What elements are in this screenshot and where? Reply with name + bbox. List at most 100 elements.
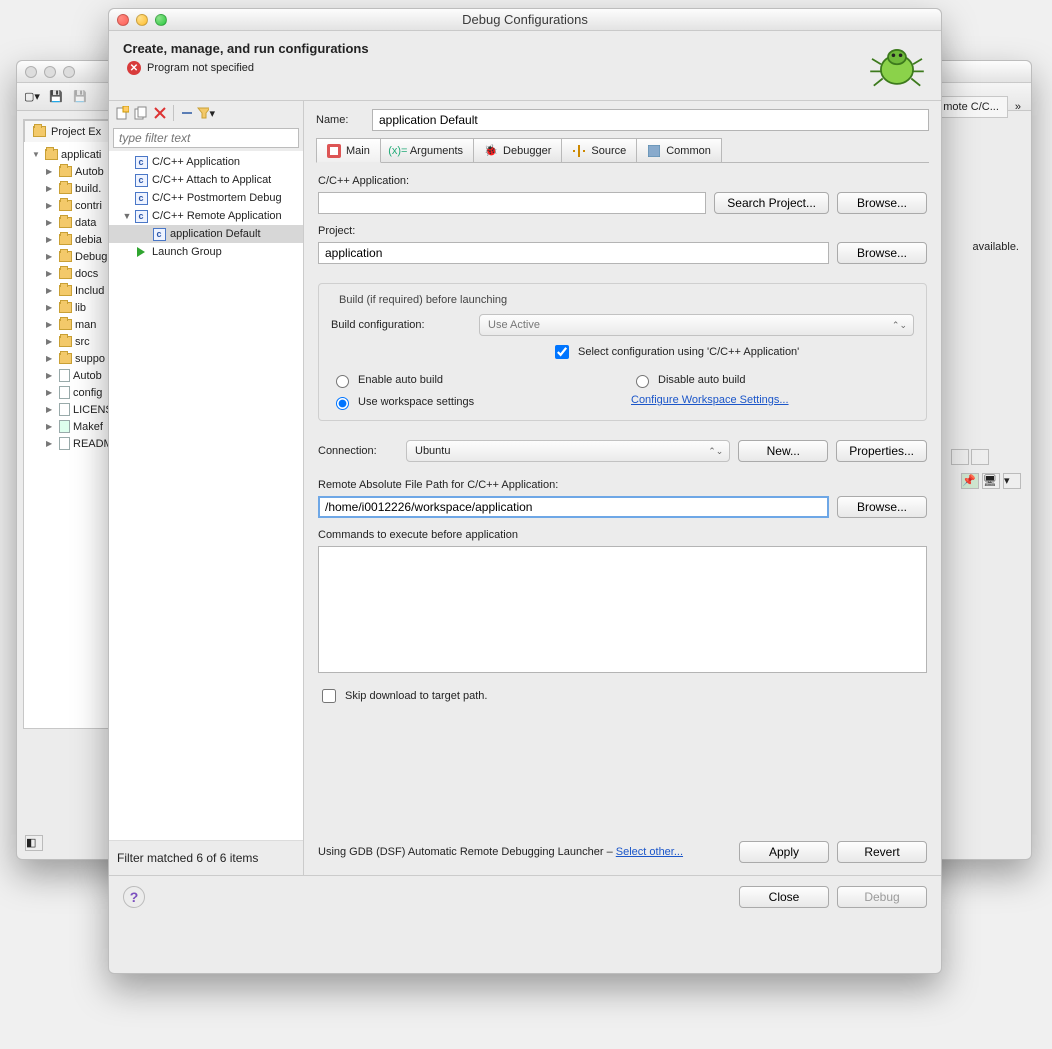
- tab-source[interactable]: Source: [561, 138, 637, 162]
- tab-label: Arguments: [410, 145, 463, 157]
- folder-icon: [59, 217, 72, 228]
- tree-twisty-icon[interactable]: ▶: [46, 388, 56, 397]
- new-config-icon[interactable]: [113, 104, 131, 122]
- browse-app-button[interactable]: Browse...: [837, 192, 927, 214]
- save-icon[interactable]: 💾: [47, 88, 65, 106]
- tree-twisty-icon[interactable]: ▶: [46, 269, 56, 278]
- debug-button[interactable]: Debug: [837, 886, 927, 908]
- save-all-icon[interactable]: 💾: [71, 88, 89, 106]
- skip-download-label: Skip download to target path.: [345, 690, 487, 702]
- c-file-icon: c: [151, 226, 167, 242]
- search-project-button[interactable]: Search Project...: [714, 192, 829, 214]
- tab-overflow-icon[interactable]: »: [1015, 101, 1021, 113]
- select-value: Ubuntu: [415, 445, 450, 457]
- tree-twisty-icon[interactable]: ▶: [46, 235, 56, 244]
- minimize-window-icon[interactable]: [136, 14, 148, 26]
- skip-download-checkbox[interactable]: [322, 689, 336, 703]
- duplicate-config-icon[interactable]: [132, 104, 150, 122]
- disable-auto-build-radio[interactable]: [636, 375, 649, 388]
- tree-item[interactable]: cC/C++ Application: [109, 153, 303, 171]
- close-window-icon[interactable]: [117, 14, 129, 26]
- tree-twisty-icon[interactable]: ▼: [121, 211, 133, 221]
- bg-toolbar-2: 📌 🖥 ▾: [961, 473, 1021, 489]
- minimize-icon[interactable]: [951, 449, 969, 465]
- filter-input[interactable]: [113, 128, 299, 148]
- perspective-icon[interactable]: ◧: [25, 835, 43, 851]
- tree-item[interactable]: cC/C++ Attach to Applicat: [109, 171, 303, 189]
- maximize-icon[interactable]: [971, 449, 989, 465]
- makefile-icon: [59, 420, 70, 433]
- tree-twisty-icon[interactable]: ▶: [46, 167, 56, 176]
- folder-icon: [59, 251, 72, 262]
- new-dropdown-icon[interactable]: ▢▾: [23, 88, 41, 106]
- connection-properties-button[interactable]: Properties...: [836, 440, 927, 462]
- cpp-app-input[interactable]: [318, 192, 706, 214]
- tree-twisty-icon[interactable]: ▶: [46, 201, 56, 210]
- dialog-titlebar[interactable]: Debug Configurations: [109, 9, 941, 31]
- browse-project-button[interactable]: Browse...: [837, 242, 927, 264]
- collapse-all-icon[interactable]: [178, 104, 196, 122]
- tree-item[interactable]: ▼cC/C++ Remote Application: [109, 207, 303, 225]
- tree-twisty-icon[interactable]: ▶: [46, 184, 56, 193]
- apply-button[interactable]: Apply: [739, 841, 829, 863]
- select-other-link[interactable]: Select other...: [616, 846, 683, 858]
- tree-twisty-icon[interactable]: ▶: [46, 439, 56, 448]
- tree-item[interactable]: cC/C++ Postmortem Debug: [109, 189, 303, 207]
- dialog-footer: ? Close Debug: [109, 876, 941, 918]
- pin-icon[interactable]: 📌: [961, 473, 979, 489]
- tree-item-label: Autob: [75, 166, 104, 178]
- revert-button[interactable]: Revert: [837, 841, 927, 863]
- tree-twisty-icon[interactable]: ▶: [46, 405, 56, 414]
- display-icon[interactable]: 🖥: [982, 473, 1000, 489]
- filter-menu-icon[interactable]: ▾: [197, 104, 215, 122]
- help-icon[interactable]: ?: [123, 886, 145, 908]
- commands-input[interactable]: [318, 546, 927, 673]
- tree-item[interactable]: capplication Default: [109, 225, 303, 243]
- configure-workspace-link[interactable]: Configure Workspace Settings...: [631, 394, 789, 410]
- tab-main[interactable]: Main: [316, 138, 381, 163]
- tree-twisty-icon[interactable]: ▶: [46, 354, 56, 363]
- enable-auto-build-radio[interactable]: [336, 375, 349, 388]
- zoom-window-icon[interactable]: [155, 14, 167, 26]
- use-workspace-radio[interactable]: [336, 397, 349, 410]
- menu-icon[interactable]: ▾: [1003, 473, 1021, 489]
- arguments-tab-icon: (x)=: [391, 144, 405, 158]
- tab-label: Debugger: [503, 145, 551, 157]
- tree-twisty-icon[interactable]: ▶: [46, 422, 56, 431]
- tree-twisty-icon[interactable]: ▶: [46, 252, 56, 261]
- folder-icon: [59, 353, 72, 364]
- tree-twisty-icon[interactable]: ▶: [46, 320, 56, 329]
- name-input[interactable]: [372, 109, 929, 131]
- folder-icon: [59, 285, 72, 296]
- view-title: Project Ex: [51, 126, 101, 138]
- tree-item-label: C/C++ Remote Application: [152, 210, 282, 222]
- folder-icon: [59, 268, 72, 279]
- tree-twisty-icon[interactable]: ▶: [46, 337, 56, 346]
- tab-arguments[interactable]: (x)= Arguments: [380, 138, 474, 162]
- tree-twisty-icon[interactable]: ▶: [46, 303, 56, 312]
- remote-path-input[interactable]: [318, 496, 829, 518]
- launch-group-icon: [133, 244, 149, 260]
- close-button[interactable]: Close: [739, 886, 829, 908]
- build-config-label: Build configuration:: [331, 319, 471, 331]
- connection-select[interactable]: Ubuntu: [406, 440, 730, 462]
- config-tree[interactable]: cC/C++ ApplicationcC/C++ Attach to Appli…: [109, 151, 303, 840]
- debugger-tab-icon: 🐞: [484, 144, 498, 158]
- tab-debugger[interactable]: 🐞 Debugger: [473, 138, 562, 162]
- select-config-checkbox[interactable]: [555, 345, 569, 359]
- remote-cc-tab[interactable]: mote C/C...: [934, 96, 1008, 118]
- cpp-app-label: C/C++ Application:: [318, 175, 927, 187]
- browse-remote-path-button[interactable]: Browse...: [837, 496, 927, 518]
- select-value: Use Active: [488, 319, 540, 331]
- dialog-title: Debug Configurations: [109, 12, 941, 27]
- tree-twisty-icon[interactable]: ▼: [32, 150, 42, 159]
- tree-twisty-icon[interactable]: ▶: [46, 371, 56, 380]
- new-connection-button[interactable]: New...: [738, 440, 828, 462]
- tab-common[interactable]: Common: [636, 138, 722, 162]
- tree-item-label: suppo: [75, 353, 105, 365]
- project-input[interactable]: [318, 242, 829, 264]
- tree-twisty-icon[interactable]: ▶: [46, 286, 56, 295]
- delete-config-icon[interactable]: [151, 104, 169, 122]
- tree-item[interactable]: Launch Group: [109, 243, 303, 261]
- tree-twisty-icon[interactable]: ▶: [46, 218, 56, 227]
